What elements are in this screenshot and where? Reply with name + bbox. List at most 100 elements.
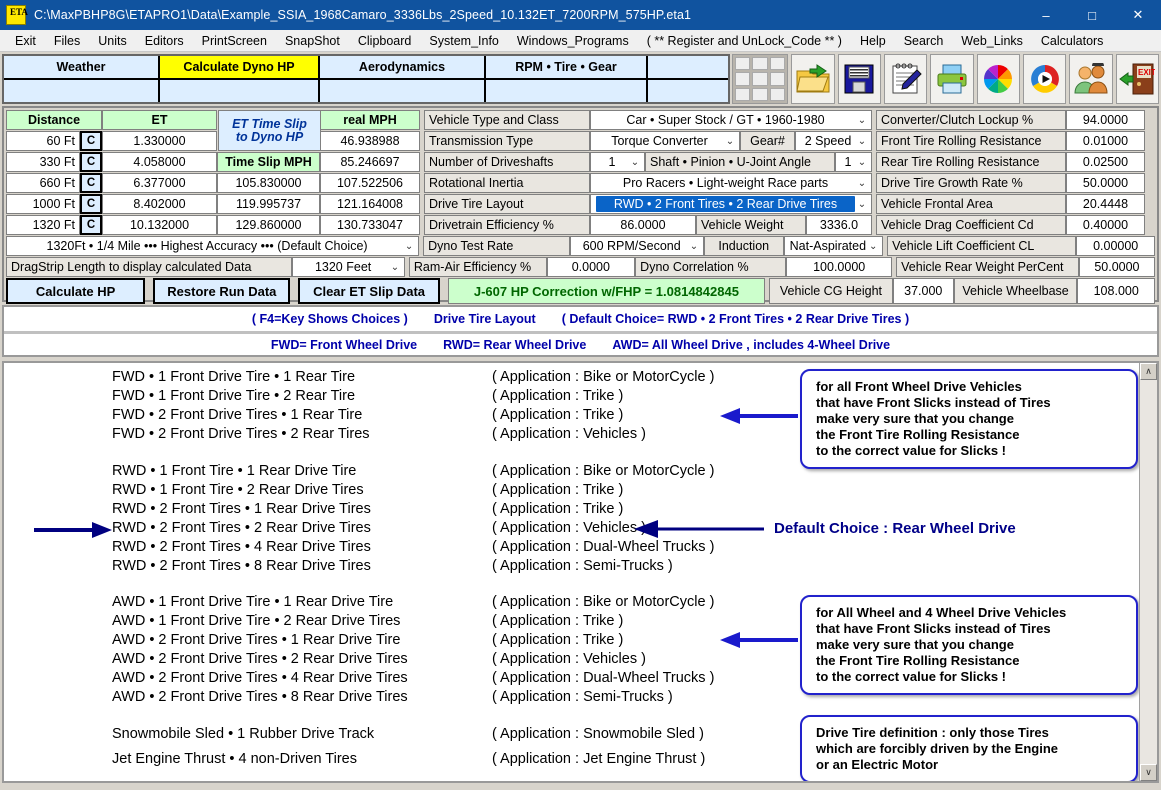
timeslip-mph-1000ft[interactable]: 119.995737 [217, 194, 320, 214]
users-icon[interactable] [1069, 54, 1113, 104]
maximize-icon[interactable]: □ [1069, 0, 1115, 30]
scroll-down-icon[interactable]: ∨ [1140, 764, 1157, 781]
value-rear-tire-rolling[interactable]: 0.02500 [1066, 152, 1145, 172]
header-time-slip-mph: Time Slip MPH [217, 152, 320, 172]
menu-item-calculators[interactable]: Calculators [1032, 32, 1113, 50]
chevron-down-icon: ⌄ [725, 135, 735, 147]
menu-item-printscreen[interactable]: PrintScreen [193, 32, 276, 50]
select-drive-tire-layout[interactable]: RWD • 2 Front Tires • 2 Rear Drive Tires… [590, 194, 872, 214]
value-vehicle-lift-coefficient[interactable]: 0.00000 [1076, 236, 1156, 256]
select-transmission-type[interactable]: Torque Converter ⌄ [590, 131, 740, 151]
exit-door-icon[interactable]: EXIT [1115, 54, 1159, 104]
c-button-60ft[interactable]: C [80, 131, 102, 151]
tab-calculate-dyno-hp[interactable]: Calculate Dyno HP [160, 56, 320, 78]
notepad-pen-icon[interactable] [883, 54, 928, 104]
clear-et-slip-data-button[interactable]: Clear ET Slip Data [298, 278, 440, 304]
value-drive-tire-growth[interactable]: 50.0000 [1066, 173, 1145, 193]
play-media-icon[interactable] [1022, 54, 1067, 104]
tab-blank[interactable] [648, 56, 728, 78]
minimize-icon[interactable]: – [1023, 0, 1069, 30]
tab-rpm-tire-gear[interactable]: RPM • Tire • Gear [486, 56, 648, 78]
menu-item-windows-programs[interactable]: Windows_Programs [508, 32, 638, 50]
layout-description: RWD • 2 Front Tires • 1 Rear Drive Tires [112, 501, 371, 517]
et-value-1000ft[interactable]: 8.402000 [102, 194, 217, 214]
value-converter-lockup[interactable]: 94.0000 [1066, 110, 1145, 130]
select-driveshafts[interactable]: 1 ⌄ [590, 152, 645, 172]
distance-330ft: 330 Ft [6, 152, 80, 172]
drive-tire-layout-list[interactable]: FWD • 1 Front Drive Tire • 1 Rear Tire ( … [2, 361, 1159, 783]
menu-item-search[interactable]: Search [895, 32, 953, 50]
menu-item-help[interactable]: Help [851, 32, 895, 50]
list-scrollbar[interactable]: ∧ ∨ [1139, 363, 1157, 781]
rwd-selection-arrow-icon [34, 522, 112, 538]
info-line-2: FWD= Front Wheel Drive RWD= Rear Wheel D… [4, 331, 1157, 355]
menu-item-system-info[interactable]: System_Info [420, 32, 507, 50]
label-vehicle-wheelbase: Vehicle Wheelbase [953, 278, 1078, 304]
value-dyno-correlation[interactable]: 100.0000 [786, 257, 893, 277]
et-value-660ft[interactable]: 6.377000 [102, 173, 217, 193]
select-induction[interactable]: Nat-Aspirated ⌄ [783, 236, 884, 256]
chevron-down-icon: ⌄ [390, 261, 400, 273]
tab-aerodynamics[interactable]: Aerodynamics [320, 56, 486, 78]
select-vehicle-type[interactable]: Car • Super Stock / GT • 1960-1980 ⌄ [590, 110, 872, 130]
value-vehicle-cg-height[interactable]: 37.000 [892, 278, 954, 304]
et-time-slip-line2: to Dyno HP [235, 129, 304, 144]
info-strip: ( F4=Key Shows Choices ) Drive Tire Layo… [2, 305, 1159, 357]
timeslip-mph-1320ft[interactable]: 129.860000 [217, 215, 320, 235]
value-drivetrain-efficiency[interactable]: 86.0000 [590, 215, 696, 235]
window-title: C:\MaxPBHP8G\ETAPRO1\Data\Example_SSIA_1… [34, 8, 692, 22]
layout-application: ( Application : Vehicles ) [492, 651, 646, 667]
select-dragstrip-accuracy[interactable]: 1320Ft • 1/4 Mile ••• Highest Accuracy •… [6, 236, 420, 256]
tab-weather[interactable]: Weather [4, 56, 160, 78]
c-button-330ft[interactable]: C [80, 152, 102, 172]
menu-item-clipboard[interactable]: Clipboard [349, 32, 421, 50]
scrollbar-track[interactable] [1140, 380, 1157, 764]
et-value-330ft[interactable]: 4.058000 [102, 152, 217, 172]
value-vehicle-weight[interactable]: 3336.0 [806, 215, 872, 235]
select-rotational-inertia[interactable]: Pro Racers • Light-weight Race parts ⌄ [590, 173, 872, 193]
select-shaft-angle[interactable]: 1 ⌄ [835, 152, 872, 172]
save-disk-icon[interactable] [837, 54, 881, 104]
menu-item-exit[interactable]: Exit [6, 32, 45, 50]
distance-1320ft: 1320 Ft [6, 215, 80, 235]
menu-item-snapshot[interactable]: SnapShot [276, 32, 349, 50]
select-dragstrip-length[interactable]: 1320 Feet ⌄ [292, 257, 405, 277]
label-vehicle-drag-coefficient: Vehicle Drag Coefficient Cd [876, 215, 1066, 235]
chevron-down-icon: ⌄ [630, 156, 640, 168]
calculate-hp-button[interactable]: Calculate HP [6, 278, 146, 304]
value-vehicle-frontal-area[interactable]: 20.4448 [1066, 194, 1145, 214]
value-vehicle-wheelbase[interactable]: 108.000 [1077, 278, 1156, 304]
et-value-1320ft[interactable]: 10.132000 [102, 215, 217, 235]
c-button-1000ft[interactable]: C [80, 194, 102, 214]
default-choice-arrow-icon [634, 520, 764, 538]
value-ramair-efficiency[interactable]: 0.0000 [546, 257, 636, 277]
et-value-60ft[interactable]: 1.330000 [102, 131, 217, 151]
printer-icon[interactable] [930, 54, 974, 104]
value-front-tire-rolling[interactable]: 0.01000 [1066, 131, 1145, 151]
select-dyno-test-rate[interactable]: 600 RPM/Second ⌄ [570, 236, 704, 256]
layout-application: ( Application : Trike ) [492, 482, 624, 498]
value-rear-weight-percent[interactable]: 50.0000 [1078, 257, 1156, 277]
menu-item-units[interactable]: Units [89, 32, 135, 50]
c-button-660ft[interactable]: C [80, 173, 102, 193]
layout-application: ( Application : Semi-Trucks ) [492, 558, 673, 574]
menu-item-editors[interactable]: Editors [136, 32, 193, 50]
timeslip-mph-660ft[interactable]: 105.830000 [217, 173, 320, 193]
label-num-driveshafts: Number of Driveshafts [424, 152, 590, 172]
restore-run-data-button[interactable]: Restore Run Data [153, 278, 291, 304]
close-icon[interactable]: ✕ [1115, 0, 1161, 30]
distance-1000ft: 1000 Ft [6, 194, 80, 214]
et-row-660ft: 660 Ft C 6.377000 105.830000 107.522506 … [6, 173, 1155, 193]
menu-item-files[interactable]: Files [45, 32, 89, 50]
c-button-1320ft[interactable]: C [80, 215, 102, 235]
menu-item-register-unlock[interactable]: ( ** Register and UnLock_Code ** ) [638, 32, 851, 50]
select-gear-count[interactable]: 2 Speed ⌄ [795, 131, 872, 151]
scroll-up-icon[interactable]: ∧ [1140, 363, 1157, 380]
menu-item-web-links[interactable]: Web_Links [952, 32, 1032, 50]
value-vehicle-drag-coefficient[interactable]: 0.40000 [1066, 215, 1145, 235]
label-ramair-efficiency: Ram-Air Efficiency % [408, 257, 547, 277]
open-folder-icon[interactable] [791, 54, 835, 104]
tab-aerodynamics-value [320, 80, 486, 102]
layout-description: FWD • 2 Front Drive Tires • 1 Rear Tire [112, 407, 363, 423]
color-wheel-icon[interactable] [976, 54, 1020, 104]
